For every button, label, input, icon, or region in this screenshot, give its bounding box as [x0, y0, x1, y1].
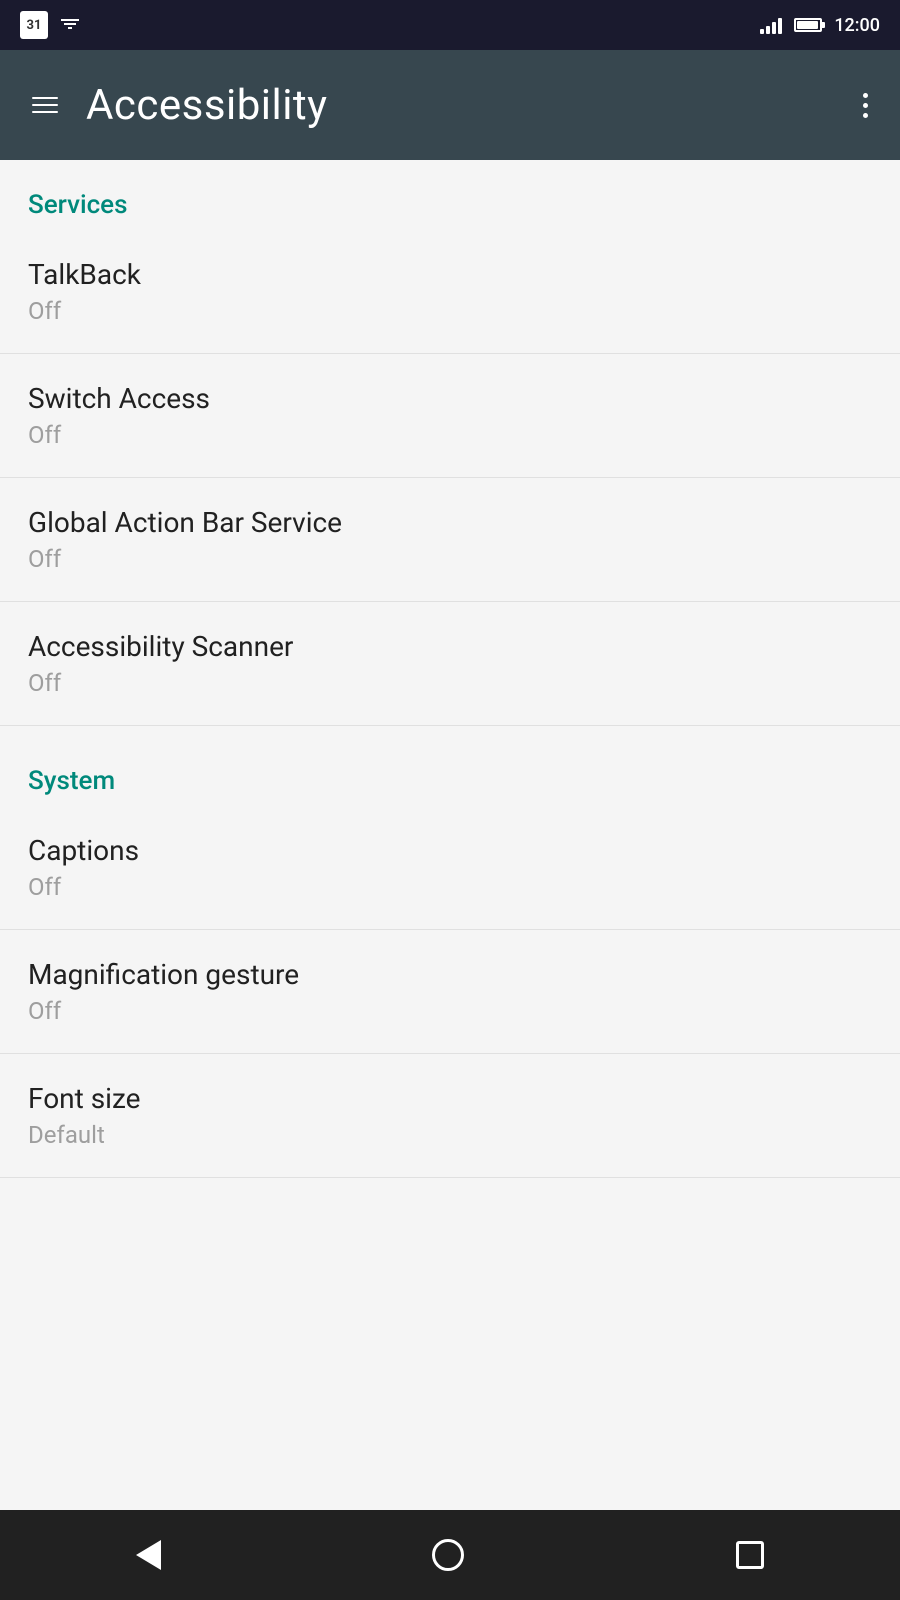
more-dot-2	[863, 103, 868, 108]
recents-button[interactable]	[696, 1526, 804, 1584]
back-icon	[136, 1540, 161, 1570]
calendar-icon: 31	[20, 11, 48, 39]
more-dot-1	[863, 93, 868, 98]
accessibility-scanner-item[interactable]: Accessibility Scanner Off	[0, 602, 900, 726]
global-action-bar-title: Global Action Bar Service	[28, 506, 872, 539]
menu-button[interactable]	[24, 89, 66, 121]
magnification-gesture-title: Magnification gesture	[28, 958, 872, 991]
clock: 12:00	[834, 15, 880, 36]
switch-access-subtitle: Off	[28, 421, 872, 449]
services-header-text: Services	[28, 190, 128, 220]
home-button[interactable]	[392, 1524, 504, 1586]
switch-access-title: Switch Access	[28, 382, 872, 415]
switch-access-item[interactable]: Switch Access Off	[0, 354, 900, 478]
accessibility-scanner-title: Accessibility Scanner	[28, 630, 872, 663]
home-icon	[432, 1539, 464, 1571]
back-button[interactable]	[96, 1525, 201, 1585]
accessibility-scanner-subtitle: Off	[28, 669, 872, 697]
content-area: Services TalkBack Off Switch Access Off …	[0, 160, 900, 1510]
talkback-subtitle: Off	[28, 297, 872, 325]
system-section-header: System	[0, 736, 900, 806]
status-bar-left-icons: 31	[20, 11, 82, 39]
talkback-item[interactable]: TalkBack Off	[0, 230, 900, 354]
captions-subtitle: Off	[28, 873, 872, 901]
font-size-title: Font size	[28, 1082, 872, 1115]
global-action-bar-item[interactable]: Global Action Bar Service Off	[0, 478, 900, 602]
hamburger-line-1	[32, 97, 58, 99]
magnification-gesture-subtitle: Off	[28, 997, 872, 1025]
services-section-header: Services	[0, 160, 900, 230]
nav-bar	[0, 1510, 900, 1600]
status-bar-right-icons: 12:00	[760, 15, 880, 36]
app-bar-left: Accessibility	[24, 81, 328, 130]
hamburger-line-2	[32, 104, 58, 106]
signal-icon	[760, 16, 782, 34]
talkback-title: TalkBack	[28, 258, 872, 291]
battery-icon	[794, 18, 822, 32]
captions-item[interactable]: Captions Off	[0, 806, 900, 930]
font-size-subtitle: Default	[28, 1121, 872, 1149]
global-action-bar-subtitle: Off	[28, 545, 872, 573]
app-bar: Accessibility	[0, 50, 900, 160]
recents-icon	[736, 1541, 764, 1569]
notification-icon	[58, 13, 82, 37]
hamburger-line-3	[32, 111, 58, 113]
more-dot-3	[863, 113, 868, 118]
captions-title: Captions	[28, 834, 872, 867]
magnification-gesture-item[interactable]: Magnification gesture Off	[0, 930, 900, 1054]
status-bar: 31 12:00	[0, 0, 900, 50]
font-size-item[interactable]: Font size Default	[0, 1054, 900, 1178]
more-options-button[interactable]	[855, 85, 876, 126]
system-header-text: System	[28, 766, 115, 796]
page-title: Accessibility	[86, 81, 328, 130]
